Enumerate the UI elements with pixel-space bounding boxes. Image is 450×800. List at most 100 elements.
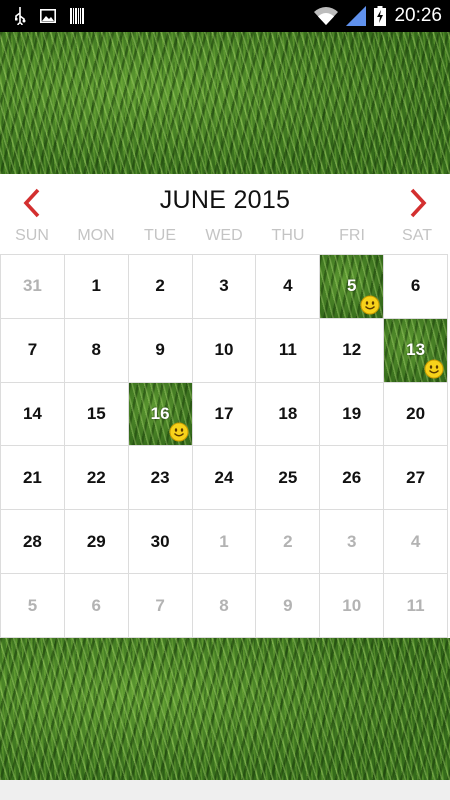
day-number: 27 bbox=[406, 467, 426, 487]
day-cell[interactable]: 11 bbox=[256, 318, 321, 383]
day-cell-other-month[interactable]: 31 bbox=[1, 255, 65, 319]
day-number: 13 bbox=[406, 340, 426, 360]
day-number: 1 bbox=[91, 276, 101, 296]
day-number: 10 bbox=[214, 340, 234, 360]
day-cell-other-month[interactable]: 1 bbox=[192, 510, 257, 575]
weekday-label: WED bbox=[205, 227, 243, 244]
day-cell[interactable]: 12 bbox=[320, 318, 385, 383]
day-cell[interactable]: 9 bbox=[128, 318, 193, 383]
chevron-right-icon[interactable] bbox=[408, 188, 428, 218]
day-cell[interactable]: 29 bbox=[64, 510, 129, 575]
usb-icon bbox=[15, 7, 26, 25]
signal-icon bbox=[346, 6, 367, 26]
day-number: 12 bbox=[342, 340, 362, 360]
day-cell[interactable]: 14 bbox=[1, 382, 65, 447]
day-cell[interactable]: 24 bbox=[192, 446, 257, 511]
day-number: 11 bbox=[278, 340, 297, 360]
day-number: 5 bbox=[27, 595, 38, 615]
day-cell-other-month[interactable]: 11 bbox=[384, 574, 448, 638]
day-cell[interactable]: 15 bbox=[64, 382, 129, 447]
day-cell[interactable]: 10 bbox=[192, 318, 257, 383]
day-number: 8 bbox=[219, 595, 229, 615]
day-number: 16 bbox=[150, 404, 170, 424]
weekday-label: FRI bbox=[339, 227, 365, 244]
smiley-icon bbox=[424, 359, 444, 379]
day-cell-other-month[interactable]: 4 bbox=[384, 510, 448, 575]
smiley-icon bbox=[360, 295, 380, 315]
day-cell[interactable]: 3 bbox=[192, 255, 257, 319]
day-number: 10 bbox=[342, 595, 362, 615]
weekday-label: THU bbox=[271, 227, 305, 244]
day-number: 9 bbox=[283, 595, 293, 615]
day-cell[interactable]: 25 bbox=[256, 446, 321, 511]
day-cell-with-photo[interactable]: 16 bbox=[128, 382, 193, 447]
day-number: 31 bbox=[22, 276, 42, 296]
day-number: 2 bbox=[155, 276, 165, 296]
day-number: 19 bbox=[342, 404, 362, 424]
weekday-header-row: SUN MON TUE WED THU FRI SAT bbox=[0, 226, 450, 252]
day-cell[interactable]: 20 bbox=[384, 382, 448, 447]
day-cell[interactable]: 17 bbox=[192, 382, 257, 447]
day-cell[interactable]: 6 bbox=[384, 255, 448, 319]
day-number: 29 bbox=[86, 531, 106, 551]
day-number: 20 bbox=[406, 404, 426, 424]
weekday-label: SUN bbox=[15, 227, 49, 244]
calendar-day-grid: 31 1 2 3 4 5 6 7 8 9 10 11 12 13 14 15 16 17 18 19 20 21 22 23 2… bbox=[0, 254, 448, 638]
weekday-label: TUE bbox=[144, 227, 176, 244]
day-cell[interactable]: 1 bbox=[64, 255, 129, 319]
day-number: 9 bbox=[155, 340, 165, 360]
day-cell[interactable]: 30 bbox=[128, 510, 193, 575]
day-cell[interactable]: 26 bbox=[320, 446, 385, 511]
calendar: JUNE 2015 SUN MON TUE WED THU FRI SAT 31… bbox=[0, 174, 450, 638]
day-number: 7 bbox=[27, 340, 38, 360]
day-cell[interactable]: 4 bbox=[256, 255, 321, 319]
day-number: 22 bbox=[86, 467, 106, 487]
day-number: 18 bbox=[278, 404, 298, 424]
status-bar: 20:26 bbox=[0, 0, 450, 32]
day-number: 23 bbox=[150, 467, 170, 487]
day-cell[interactable]: 22 bbox=[64, 446, 129, 511]
day-cell[interactable]: 7 bbox=[1, 318, 65, 383]
day-cell-with-photo[interactable]: 5 bbox=[320, 255, 385, 319]
calendar-header: JUNE 2015 bbox=[0, 174, 450, 226]
barcode-icon bbox=[70, 8, 84, 24]
day-number: 2 bbox=[283, 531, 293, 551]
day-cell-other-month[interactable]: 6 bbox=[64, 574, 129, 638]
wifi-icon bbox=[314, 7, 339, 25]
day-cell[interactable]: 8 bbox=[64, 318, 129, 383]
day-number: 1 bbox=[219, 531, 229, 551]
weekday-label: SAT bbox=[402, 227, 432, 244]
day-cell[interactable]: 19 bbox=[320, 382, 385, 447]
day-number: 26 bbox=[342, 467, 362, 487]
day-number: 15 bbox=[86, 404, 106, 424]
image-icon bbox=[40, 9, 56, 23]
month-title: JUNE 2015 bbox=[159, 186, 291, 214]
day-number: 7 bbox=[155, 595, 165, 615]
status-time: 20:26 bbox=[394, 5, 442, 26]
status-right-icons: 20:26 bbox=[314, 0, 442, 32]
day-cell[interactable]: 23 bbox=[128, 446, 193, 511]
day-cell[interactable]: 21 bbox=[1, 446, 65, 511]
day-cell-other-month[interactable]: 5 bbox=[1, 574, 65, 638]
day-cell-other-month[interactable]: 9 bbox=[256, 574, 321, 638]
day-number: 17 bbox=[214, 404, 234, 424]
day-number: 3 bbox=[219, 276, 229, 296]
bottom-strip bbox=[0, 780, 450, 800]
day-number: 21 bbox=[22, 467, 42, 487]
day-cell[interactable]: 18 bbox=[256, 382, 321, 447]
day-cell-with-photo[interactable]: 13 bbox=[384, 318, 448, 383]
day-cell-other-month[interactable]: 3 bbox=[320, 510, 385, 575]
day-cell-other-month[interactable]: 2 bbox=[256, 510, 321, 575]
day-number: 14 bbox=[22, 404, 42, 424]
day-cell[interactable]: 27 bbox=[384, 446, 448, 511]
day-number: 8 bbox=[91, 340, 101, 360]
day-number: 6 bbox=[410, 276, 421, 296]
day-cell[interactable]: 28 bbox=[1, 510, 65, 575]
day-cell-other-month[interactable]: 8 bbox=[192, 574, 257, 638]
grass-background-top bbox=[0, 32, 450, 174]
day-cell-other-month[interactable]: 10 bbox=[320, 574, 385, 638]
day-number: 24 bbox=[214, 467, 234, 487]
day-cell-other-month[interactable]: 7 bbox=[128, 574, 193, 638]
status-left-icons bbox=[14, 0, 84, 32]
day-cell[interactable]: 2 bbox=[128, 255, 193, 319]
